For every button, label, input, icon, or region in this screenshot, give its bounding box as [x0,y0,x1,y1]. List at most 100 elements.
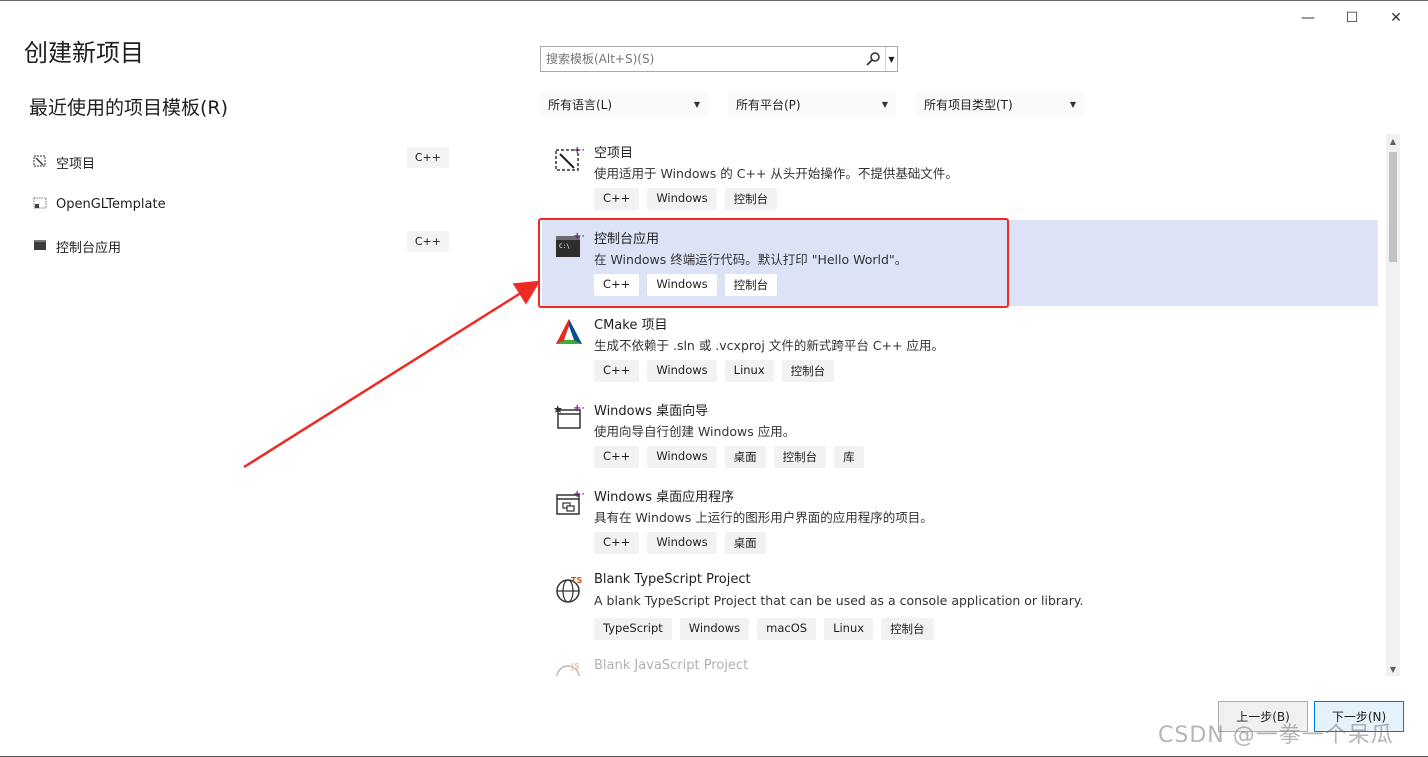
recent-item-empty-project[interactable]: 空项目 C++ [28,141,453,183]
svg-text:TS: TS [571,576,582,585]
template-tags: C++ Windows 桌面 控制台 库 [594,446,864,468]
tag: macOS [757,618,817,640]
template-item-desktop-app[interactable]: ++ Windows 桌面应用程序 具有在 Windows 上运行的图形用户界面… [542,478,1378,564]
tag: C++ [594,532,640,554]
tag: Linux [724,360,774,382]
search-icon[interactable] [865,51,881,67]
recent-templates-heading: 最近使用的项目模板(R) [29,97,229,119]
scroll-thumb[interactable] [1389,152,1397,262]
tag: Linux [824,618,874,640]
recent-item-opengl-template[interactable]: OpenGLTemplate [28,183,453,225]
tag: Windows [647,360,717,382]
template-list-scrollbar[interactable]: ▲ ▼ [1386,134,1400,676]
recent-item-label: 控制台应用 [56,240,122,256]
scroll-up-icon[interactable]: ▲ [1386,134,1400,148]
tag: 控制台 [881,618,934,640]
template-description: A blank TypeScript Project that can be u… [594,593,1084,608]
recent-templates-list: 空项目 C++ OpenGLTemplate 控制台应用 C++ [28,141,453,267]
tag: 控制台 [724,274,778,296]
maximize-icon[interactable]: ☐ [1330,7,1374,29]
svg-text:++: ++ [573,231,584,242]
template-name: Blank TypeScript Project [594,572,751,587]
close-icon[interactable]: ✕ [1374,7,1418,29]
tag: 控制台 [781,360,835,382]
svg-text:++: ++ [573,145,584,156]
template-description: 使用适用于 Windows 的 C++ 从头开始操作。不提供基础文件。 [594,166,958,181]
chevron-down-icon: ▼ [1069,99,1076,109]
svg-text:JS: JS [570,662,580,671]
tag: 控制台 [724,188,778,210]
console-app-icon: C:\ ++ [556,231,584,257]
language-tag: C++ [406,231,449,252]
create-project-dialog: — ☐ ✕ 创建新项目 最近使用的项目模板(R) 空项目 C++ OpenGLT… [0,0,1428,757]
language-filter[interactable]: 所有语言(L) ▼ [540,92,708,116]
tag: 控制台 [773,446,827,468]
template-item-console-app[interactable]: C:\ ++ 控制台应用 在 Windows 终端运行代码。默认打印 "Hell… [542,220,1378,306]
template-tags: C++ Windows 控制台 [594,274,778,296]
template-description: 生成不依赖于 .sln 或 .vcxproj 文件的新式跨平台 C++ 应用。 [594,338,944,353]
cmake-icon [556,319,582,344]
tag: 桌面 [724,446,766,468]
svg-text:C:\: C:\ [559,243,570,250]
template-name: Windows 桌面向导 [594,404,709,419]
template-description: 具有在 Windows 上运行的图形用户界面的应用程序的项目。 [594,510,933,525]
project-type-filter-value: 所有项目类型(T) [924,97,1013,112]
tag: 桌面 [724,532,766,554]
tag: Windows [647,274,717,296]
desktop-app-icon: ++ [556,489,584,515]
chevron-down-icon: ▼ [881,99,888,109]
console-app-icon [34,240,46,250]
template-tags: C++ Windows 控制台 [594,188,778,210]
template-item-empty-project[interactable]: ++ 空项目 使用适用于 Windows 的 C++ 从头开始操作。不提供基础文… [542,134,1378,220]
template-item-desktop-wizard[interactable]: ++ Windows 桌面向导 使用向导自行创建 Windows 应用。 C++… [542,392,1378,478]
template-item-blank-typescript[interactable]: TS Blank TypeScript Project A blank Type… [542,564,1378,650]
filter-bar: 所有语言(L) ▼ 所有平台(P) ▼ 所有项目类型(T) ▼ [540,92,1084,116]
opengl-template-icon [33,197,47,209]
tag: TypeScript [594,618,672,640]
desktop-wizard-icon: ++ [554,403,584,429]
template-item-blank-javascript[interactable]: JS Blank JavaScript Project [542,650,1378,676]
tag: C++ [594,360,640,382]
search-input[interactable] [541,52,861,66]
watermark: CSDN @一拳一个呆瓜 [1158,723,1394,748]
language-filter-value: 所有语言(L) [548,97,613,112]
typescript-icon: TS [556,576,582,603]
empty-project-icon: ++ [555,145,584,171]
tag: C++ [594,446,640,468]
language-tag: C++ [406,147,449,168]
tag: Windows [647,188,717,210]
template-name: Blank JavaScript Project [594,658,749,673]
platform-filter[interactable]: 所有平台(P) ▼ [728,92,896,116]
template-name: 控制台应用 [594,232,660,247]
minimize-icon[interactable]: — [1286,7,1330,29]
recent-item-console-app[interactable]: 控制台应用 C++ [28,225,453,267]
template-item-cmake-project[interactable]: CMake 项目 生成不依赖于 .sln 或 .vcxproj 文件的新式跨平台… [542,306,1378,392]
platform-filter-value: 所有平台(P) [736,97,801,112]
svg-text:++: ++ [573,403,584,414]
tag: C++ [594,188,640,210]
tag: 库 [834,446,864,468]
project-type-filter[interactable]: 所有项目类型(T) ▼ [916,92,1084,116]
search-options-dropdown[interactable]: ▼ [885,47,897,71]
title-bar-controls: — ☐ ✕ [1286,7,1418,29]
recent-item-label: OpenGLTemplate [56,196,166,212]
page-title: 创建新项目 [24,39,144,67]
recent-item-label: 空项目 [56,156,96,172]
template-tags: C++ Windows Linux 控制台 [594,360,835,382]
chevron-down-icon: ▼ [693,99,700,109]
scroll-down-icon[interactable]: ▼ [1386,662,1400,676]
tag: Windows [679,618,750,640]
empty-project-icon [33,155,46,167]
template-tags: C++ Windows 桌面 [594,532,766,554]
template-tags: TypeScript Windows macOS Linux 控制台 [594,618,934,640]
template-list: ++ 空项目 使用适用于 Windows 的 C++ 从头开始操作。不提供基础文… [542,134,1378,676]
template-name: 空项目 [594,146,634,161]
svg-text:++: ++ [573,489,584,500]
template-description: 使用向导自行创建 Windows 应用。 [594,424,796,439]
javascript-icon: JS [556,662,580,676]
template-search-box: ▼ [540,46,898,72]
tag: Windows [647,532,717,554]
template-name: CMake 项目 [594,318,668,333]
template-description: 在 Windows 终端运行代码。默认打印 "Hello World"。 [594,252,908,267]
tag: Windows [647,446,717,468]
